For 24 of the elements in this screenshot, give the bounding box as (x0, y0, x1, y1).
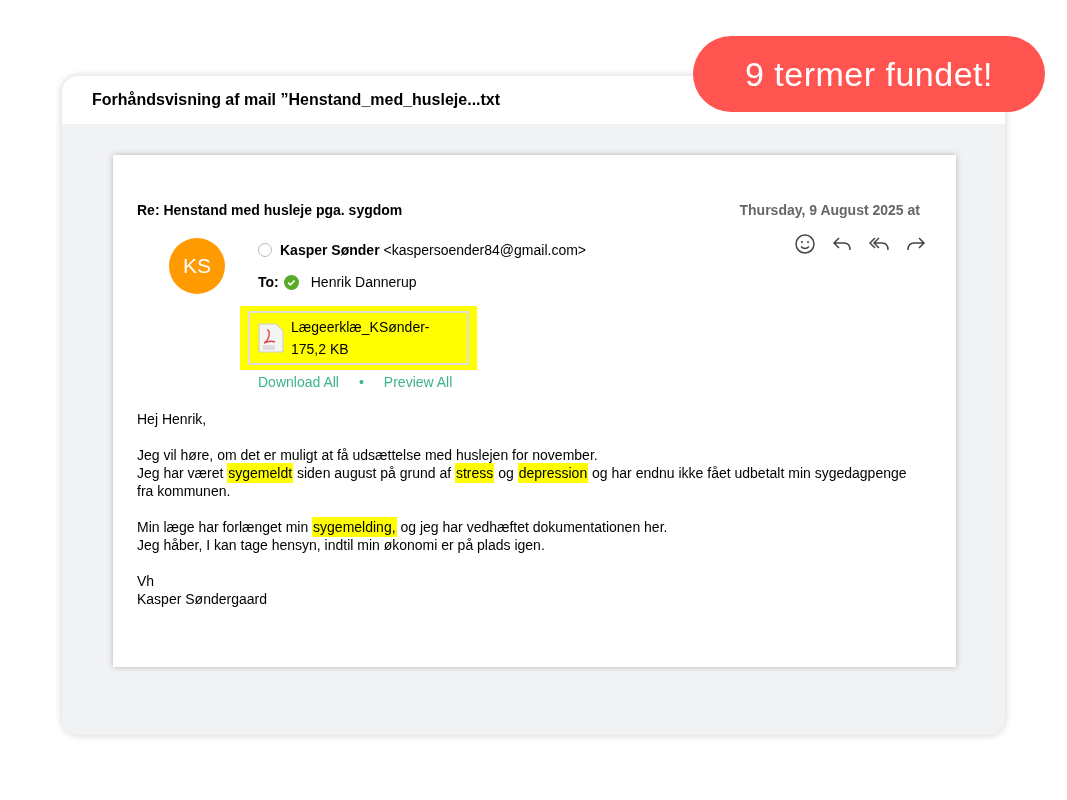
message-text: Kasper Søndergaard (137, 590, 268, 608)
sender: Kasper Sønder <kaspersoender84@gmail.com> (280, 242, 587, 258)
attachment-size: 175,2 KB (291, 340, 350, 359)
attachment-name: Lægeerklæ_KSønder- (291, 318, 430, 337)
email-subject: Re: Henstand med husleje pga. sygdom (137, 202, 403, 218)
message-text: Hej Henrik, (137, 410, 208, 428)
to-label: To: (258, 274, 279, 290)
email-date: Thursday, 9 August 2025 at (739, 202, 920, 218)
message-text: Min læge har forlænget min sygemelding, og jeg har vedhæftet dokumentationen her. (137, 518, 669, 536)
message-text: Jeg vil høre, om det er muligt at få udsættelse med huslejen for november. (137, 446, 599, 464)
terms-found-badge: 9 termer fundet! (693, 36, 1045, 112)
pdf-file-icon (258, 323, 284, 353)
sender-avatar: KS (169, 238, 225, 294)
window-title: Forhåndsvisning af mail ”Henstand_med_husleje...txt (92, 91, 501, 109)
recipient: Henrik Dannerup (310, 274, 417, 290)
message-text: Jeg har været sygemeldt siden august på grund af stress og depression og har endnu ikke fået udbetalt min sygedagpenge fra kommunen. (137, 464, 908, 500)
separator-dot: • (358, 374, 364, 390)
download-all-link[interactable]: Download All (258, 374, 339, 390)
message-text: Vh (137, 572, 156, 590)
message-text: Jeg håber, I kan tage hensyn, indtil min økonomi er på plads igen. (137, 536, 546, 554)
preview-all-link[interactable]: Preview All (383, 374, 453, 390)
emoji-icon[interactable] (793, 232, 817, 256)
attachment[interactable]: Lægeerklæ_KSønder- 175,2 KB (248, 311, 469, 365)
check-icon (283, 274, 299, 290)
